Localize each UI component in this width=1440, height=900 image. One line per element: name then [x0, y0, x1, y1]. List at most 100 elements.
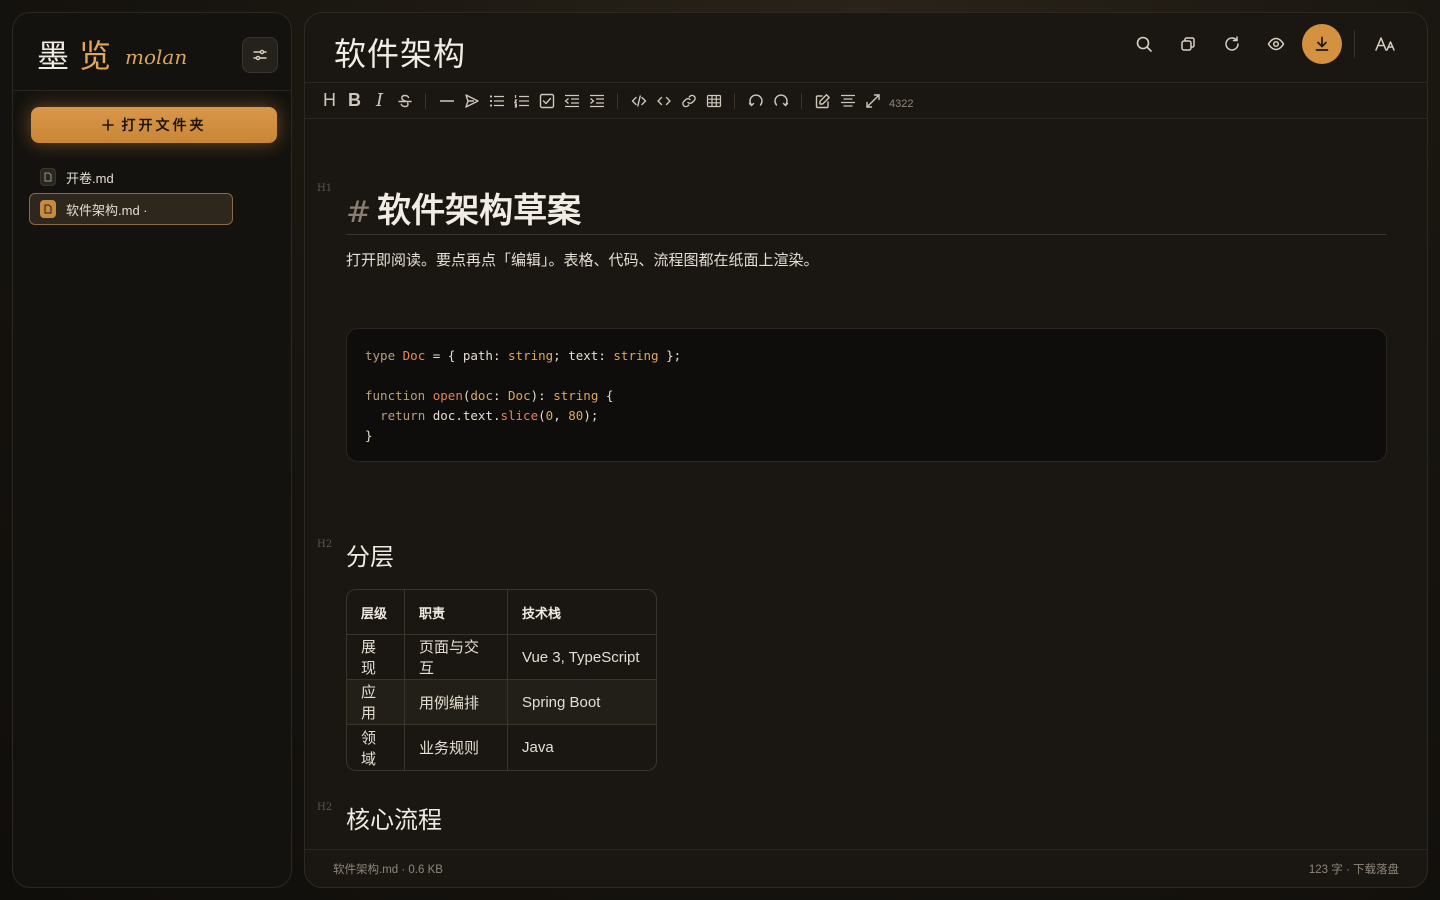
outdent-button[interactable] [559, 87, 584, 115]
heading-button[interactable]: H [317, 87, 342, 115]
table-header-row: 层级 职责 技术栈 [347, 590, 656, 635]
edit-icon [815, 93, 831, 109]
heading-marker-h2: H2 [317, 539, 333, 550]
toolbar-divider [425, 92, 426, 109]
italic-button[interactable]: I [367, 87, 392, 115]
editor-panel: 软件架构 H B I 4322 H1 # 软件架构草案 打开即阅读。要点再点「编… [304, 12, 1428, 888]
numbered-list-icon [513, 93, 530, 109]
checkbox-icon [539, 93, 555, 109]
refresh-icon [1223, 35, 1241, 53]
file-item-kaijuan[interactable]: 开卷.md [29, 161, 233, 193]
copy-icon [1179, 35, 1197, 53]
file-icon [40, 200, 56, 218]
code-line-1: type Doc = { path: string; text: string … [365, 348, 682, 363]
status-bar: 软件架构.md · 0.6 KB 123 字 · 下载落盘 [305, 849, 1427, 887]
eye-icon [1267, 35, 1285, 53]
outdent-icon [563, 93, 580, 109]
open-folder-button[interactable]: 打开文件夹 [31, 107, 277, 143]
open-folder-label: 打开文件夹 [121, 117, 207, 133]
inline-code-icon [656, 93, 672, 109]
code-line-5: } [365, 428, 373, 443]
send-icon [464, 93, 480, 109]
sidebar: 墨览 molan 打开文件夹 开卷.md 软件架构.md · [12, 12, 292, 888]
toolbar-divider [617, 92, 618, 109]
search-button[interactable] [1126, 26, 1162, 62]
fullscreen-button[interactable] [860, 87, 885, 115]
table-cell: 页面与交互 [405, 635, 508, 680]
table-button[interactable] [701, 87, 726, 115]
table-cell: 业务规则 [405, 725, 508, 770]
table-header-cell: 职责 [405, 590, 508, 635]
table-header-cell: 技术栈 [508, 590, 656, 635]
file-name: 软件架构.md · [66, 202, 148, 218]
bullet-list-icon [489, 93, 505, 109]
strikethrough-button[interactable] [392, 87, 417, 115]
copy-button[interactable] [1170, 26, 1206, 62]
heading-2-flow: 核心流程 [346, 807, 442, 834]
word-count-status: 123 字 · 下载落盘 [1308, 863, 1399, 876]
strikethrough-icon [397, 93, 413, 109]
heading-1: # 软件架构草案 [346, 183, 1387, 235]
table-cell: 用例编排 [405, 680, 508, 725]
paragraph: 打开即阅读。要点再点「编辑」。表格、代码、流程图都在纸面上渲染。 [346, 252, 819, 269]
download-button[interactable] [1302, 24, 1342, 64]
indent-button[interactable] [584, 87, 609, 115]
indent-icon [589, 93, 605, 109]
table-row: 展现 页面与交互 Vue 3, TypeScript [347, 635, 656, 680]
horizontal-rule-icon [439, 93, 455, 109]
bullet-list-button[interactable] [484, 87, 509, 115]
horizontal-rule-button[interactable] [434, 87, 459, 115]
sidebar-settings-button[interactable] [242, 37, 278, 73]
table-header-cell: 层级 [347, 590, 405, 635]
undo-icon [748, 93, 764, 109]
search-icon [1135, 35, 1153, 53]
bold-label: B [348, 90, 361, 110]
heading-2-layers: 分层 [346, 544, 394, 571]
refresh-button[interactable] [1214, 26, 1250, 62]
link-icon [681, 93, 697, 109]
preview-button[interactable] [1258, 26, 1294, 62]
heading-1-text: 软件架构草案 [377, 192, 582, 230]
quote-button[interactable] [459, 87, 484, 115]
format-toolbar: H B I 4322 [305, 83, 1427, 119]
code-block: type Doc = { path: string; text: string … [346, 328, 1387, 462]
task-list-button[interactable] [534, 87, 559, 115]
redo-button[interactable] [768, 87, 793, 115]
expand-icon [865, 93, 881, 109]
bold-button[interactable]: B [342, 87, 367, 115]
table-icon [706, 93, 722, 109]
heading-marker-h1: H1 [317, 183, 333, 194]
divider [1354, 30, 1355, 58]
table-cell: 应用 [347, 680, 405, 725]
code-block-button[interactable] [626, 87, 651, 115]
top-bar: 软件架构 [305, 13, 1427, 83]
page-title: 软件架构 [334, 36, 467, 72]
numbered-list-button[interactable] [509, 87, 534, 115]
brand-logo-en: molan [125, 45, 188, 69]
table-row: 应用 用例编排 Spring Boot [347, 680, 656, 725]
edit-button[interactable] [810, 87, 835, 115]
table-cell: Spring Boot [508, 680, 656, 725]
link-button[interactable] [676, 87, 701, 115]
table-row: 领域 业务规则 Java [347, 725, 656, 770]
align-button[interactable] [835, 87, 860, 115]
heading-marker-h2: H2 [317, 802, 333, 813]
align-center-icon [840, 93, 856, 109]
font-size-icon [1374, 35, 1396, 53]
file-info: 软件架构.md · 0.6 KB [333, 863, 443, 876]
undo-button[interactable] [743, 87, 768, 115]
toolbar-divider [734, 92, 735, 109]
italic-label: I [375, 90, 384, 111]
file-list: 开卷.md 软件架构.md · [29, 161, 233, 225]
table-cell: 展现 [347, 635, 405, 680]
heading-label: H [323, 90, 336, 110]
brand-logo-cn: 墨览 [37, 31, 121, 77]
layers-table: 层级 职责 技术栈 展现 页面与交互 Vue 3, TypeScript 应用 … [346, 589, 657, 771]
heading-hash: # [346, 195, 372, 230]
download-icon [1313, 35, 1331, 53]
file-item-architecture[interactable]: 软件架构.md · [29, 193, 233, 225]
table-cell: Java [522, 739, 554, 756]
sliders-icon [253, 48, 267, 62]
inline-code-button[interactable] [651, 87, 676, 115]
font-settings-button[interactable] [1367, 26, 1403, 62]
